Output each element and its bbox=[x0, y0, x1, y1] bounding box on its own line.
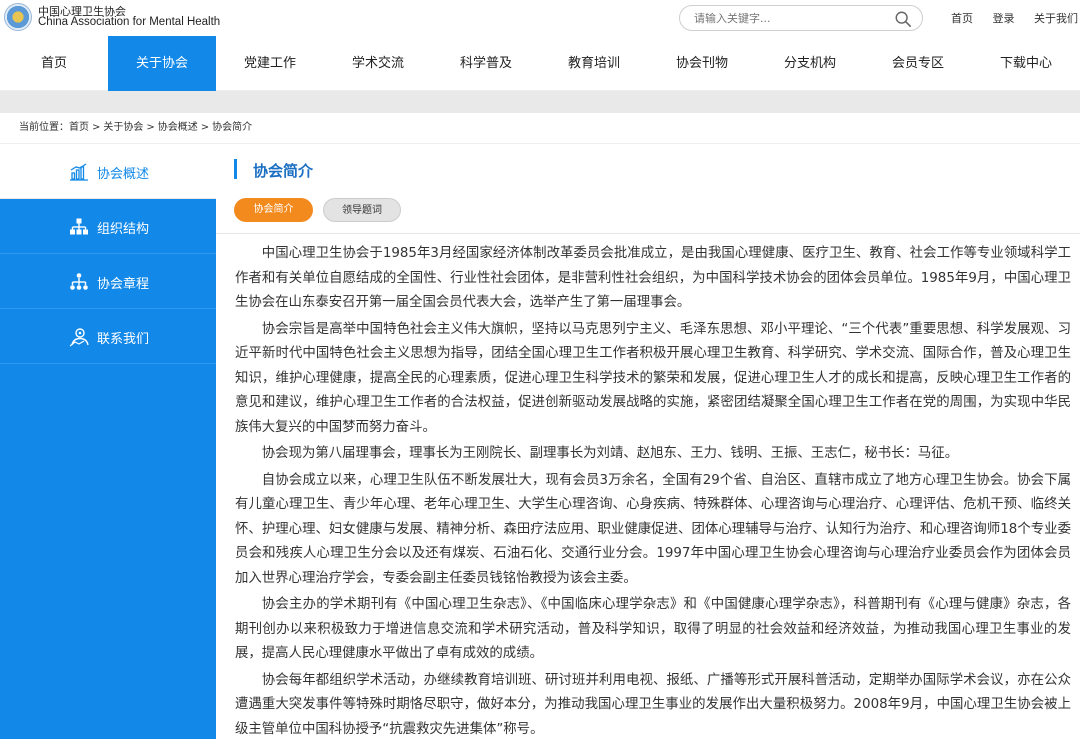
nav-item-education[interactable]: 教育培训 bbox=[540, 36, 648, 91]
breadcrumb-prefix: 当前位置： bbox=[19, 122, 69, 133]
sidebar-item-structure[interactable]: 组织结构 bbox=[0, 199, 216, 254]
breadcrumb-item-about[interactable]: 关于协会 bbox=[103, 122, 143, 133]
main-content: 协会简介 协会简介 领导题词 中国心理卫生协会于1985年3月经国家经济体制改革… bbox=[216, 144, 1080, 739]
sidebar-item-label: 联系我们 bbox=[97, 332, 150, 347]
search-input[interactable] bbox=[694, 10, 894, 26]
page-title: 协会简介 bbox=[253, 162, 314, 180]
search-box bbox=[679, 5, 923, 31]
sidebar-item-label: 协会章程 bbox=[97, 277, 150, 292]
top-link-home[interactable]: 首页 bbox=[951, 12, 973, 25]
search-icon[interactable] bbox=[894, 10, 912, 28]
article-paragraph: 协会主办的学术期刊有《中国心理卫生杂志》、《中国临床心理学杂志》和《中国健康心理… bbox=[235, 597, 1071, 661]
tab-intro[interactable]: 协会简介 bbox=[234, 198, 313, 222]
nav-item-about[interactable]: 关于协会 bbox=[108, 36, 216, 91]
nav-item-academic[interactable]: 学术交流 bbox=[324, 36, 432, 91]
site-header: 中国心理卫生协会 China Association for Mental He… bbox=[0, 0, 1080, 36]
content-divider bbox=[216, 233, 1080, 234]
breadcrumb-separator: > bbox=[146, 122, 155, 133]
main-nav: 首页 关于协会 党建工作 学术交流 科学普及 教育培训 协会刊物 分支机构 会员… bbox=[0, 36, 1080, 91]
breadcrumb-separator: > bbox=[200, 122, 210, 133]
org-name-en[interactable]: China Association for Mental Health bbox=[38, 16, 220, 28]
article-paragraph: 协会现为第八届理事会，理事长为王刚院长、副理事长为刘靖、赵旭东、王力、钱明、王振… bbox=[261, 446, 959, 461]
breadcrumb-item-home[interactable]: 首页 bbox=[69, 122, 89, 133]
article-body: 中国心理卫生协会于1985年3月经国家经济体制改革委员会批准成立，是由我国心理健… bbox=[235, 242, 1071, 739]
org-chart-icon bbox=[70, 218, 88, 235]
article-paragraph: 自协会成立以来，心理卫生队伍不断发展壮大，现有会员3万余名，全国有29个省、自治… bbox=[235, 472, 1071, 586]
nav-item-science[interactable]: 科学普及 bbox=[432, 36, 540, 91]
nav-item-party[interactable]: 党建工作 bbox=[216, 36, 324, 91]
breadcrumb-item-intro[interactable]: 协会简介 bbox=[212, 122, 252, 133]
contact-icon bbox=[69, 328, 89, 347]
top-link-about[interactable]: 关于我们 bbox=[1034, 12, 1078, 25]
article-paragraph: 中国心理卫生协会于1985年3月经国家经济体制改革委员会批准成立，是由我国心理健… bbox=[235, 246, 1071, 310]
breadcrumb-separator: > bbox=[92, 122, 101, 133]
chart-icon bbox=[70, 163, 88, 181]
tab-inscriptions[interactable]: 领导题词 bbox=[323, 198, 401, 222]
banner-band bbox=[0, 91, 1080, 113]
association-logo[interactable] bbox=[4, 3, 32, 31]
nav-item-members[interactable]: 会员专区 bbox=[864, 36, 972, 91]
article-paragraph: 协会宗旨是高举中国特色社会主义伟大旗帜，坚持以马克思列宁主义、毛泽东思想、邓小平… bbox=[235, 321, 1071, 435]
sidebar-item-overview[interactable]: 协会概述 bbox=[0, 144, 216, 199]
nav-item-home[interactable]: 首页 bbox=[0, 36, 108, 91]
breadcrumb: 当前位置：首页 > 关于协会 > 协会概述 > 协会简介 bbox=[0, 113, 1080, 144]
nav-item-downloads[interactable]: 下载中心 bbox=[972, 36, 1080, 91]
top-link-login[interactable]: 登录 bbox=[993, 12, 1015, 25]
top-links: 首页 登录 关于我们 bbox=[951, 10, 1078, 26]
nav-item-journals[interactable]: 协会刊物 bbox=[648, 36, 756, 91]
article-paragraph: 协会每年都组织学术活动，办继续教育培训班、研讨班并利用电视、报纸、广播等形式开展… bbox=[235, 672, 1071, 737]
sidebar-item-contact[interactable]: 联系我们 bbox=[0, 309, 216, 364]
sidebar-item-label: 协会概述 bbox=[97, 167, 150, 182]
nav-item-branches[interactable]: 分支机构 bbox=[756, 36, 864, 91]
breadcrumb-item-overview[interactable]: 协会概述 bbox=[158, 122, 198, 133]
hierarchy-icon bbox=[70, 273, 88, 290]
sidebar-item-label: 组织结构 bbox=[97, 222, 150, 237]
sidebar-item-charter[interactable]: 协会章程 bbox=[0, 254, 216, 309]
title-accent bbox=[234, 159, 237, 179]
sidebar: 协会概述 组织结构 协会章程 联系我们 bbox=[0, 144, 216, 739]
